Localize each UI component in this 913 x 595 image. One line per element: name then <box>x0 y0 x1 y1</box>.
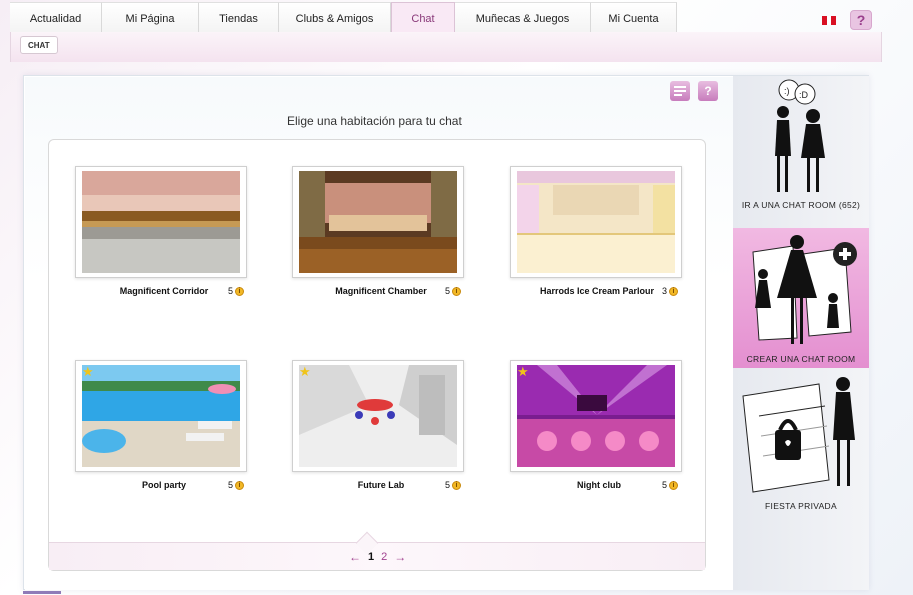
coin-icon: i <box>235 480 245 490</box>
tab-mi-pagina[interactable]: Mi Página <box>102 2 199 32</box>
create-room-icon <box>752 235 857 344</box>
room-card-pool-party[interactable]: ★ <box>75 360 247 472</box>
page-title: Elige una habitación para tu chat <box>287 114 462 128</box>
pagination-bar: ← 1 2 → <box>49 531 705 570</box>
room-thumbnail <box>517 171 675 273</box>
coin-icon: i <box>452 480 462 490</box>
nav-help-button[interactable]: ? <box>850 10 872 30</box>
room-cost: 5i <box>445 480 462 490</box>
tab-tiendas[interactable]: Tiendas <box>199 2 279 32</box>
favorite-star-icon: ★ <box>82 364 94 379</box>
room-cost: 5i <box>445 286 462 296</box>
chat-frame: ? Elige una habitación para tu chat Magn… <box>23 75 869 590</box>
help-icon[interactable]: ? <box>698 81 718 101</box>
room-name: Pool party <box>141 480 186 490</box>
private-party-calendar-icon <box>742 377 855 493</box>
sidebar-item-label: FIESTA PRIVADA <box>765 501 837 511</box>
coin-icon: i <box>669 286 679 296</box>
sidebar-item-label: CREAR UNA CHAT ROOM <box>746 354 856 364</box>
sidebar-item-go-to-chatroom[interactable]: :) :D IR A UNA CHAT ROOM (652) <box>733 76 869 226</box>
room-thumbnail <box>517 365 675 467</box>
room-cost: 5i <box>228 480 245 490</box>
pagination: ← 1 2 → <box>349 550 406 564</box>
sidebar-item-create-chatroom[interactable]: CREAR UNA CHAT ROOM <box>733 228 869 368</box>
room-card-harrods-ice-cream-parlour[interactable] <box>510 166 682 278</box>
room-card-magnificent-corridor[interactable] <box>75 166 247 278</box>
chatroom-girls-icon: :) :D <box>775 79 825 192</box>
sub-nav: CHAT <box>10 32 882 62</box>
coin-icon: i <box>235 286 245 296</box>
main-nav: Actualidad Mi Página Tiendas Clubs & Ami… <box>10 2 882 32</box>
room-card-magnificent-chamber[interactable] <box>292 166 464 278</box>
coin-icon: i <box>669 480 679 490</box>
room-name: Future Lab <box>357 480 405 490</box>
room-name: Magnificent Corridor <box>119 286 209 296</box>
footer-accent <box>23 591 61 594</box>
room-card-night-club[interactable]: ★ <box>510 360 682 472</box>
room-cost: 3i <box>662 286 679 296</box>
sidebar-item-private-party[interactable]: FIESTA PRIVADA <box>733 370 869 520</box>
room-name: Harrods Ice Cream Parlour <box>539 286 655 296</box>
chat-sidebar: :) :D IR A UNA CHAT ROOM (652) CREAR UNA… <box>733 76 869 590</box>
current-page: 1 <box>368 551 375 563</box>
favorite-star-icon: ★ <box>299 364 311 379</box>
page-2-link[interactable]: 2 <box>381 551 387 563</box>
rooms-panel: Magnificent Corridor 5i Magnificent Cham… <box>48 139 706 571</box>
tab-mi-cuenta[interactable]: Mi Cuenta <box>591 2 677 32</box>
tab-munecas-juegos[interactable]: Muñecas & Juegos <box>455 2 591 32</box>
tab-chat[interactable]: Chat <box>391 2 455 32</box>
coin-icon: i <box>452 286 462 296</box>
peru-flag-icon[interactable] <box>822 15 837 25</box>
content-tools: ? <box>670 81 718 101</box>
tab-actualidad[interactable]: Actualidad <box>10 2 102 32</box>
svg-text::D: :D <box>799 90 809 100</box>
room-thumbnail <box>82 365 240 467</box>
nav-tools: ? <box>822 10 872 30</box>
favorite-star-icon: ★ <box>517 364 529 379</box>
subnav-chat-chip[interactable]: CHAT <box>20 36 58 54</box>
list-icon[interactable] <box>670 81 690 101</box>
room-thumbnail <box>82 171 240 273</box>
room-chooser: ? Elige una habitación para tu chat Magn… <box>25 77 733 590</box>
room-name: Night club <box>577 480 621 490</box>
prev-page-button[interactable]: ← <box>349 550 361 564</box>
tab-clubs-amigos[interactable]: Clubs & Amigos <box>279 2 391 32</box>
room-thumbnail <box>299 171 457 273</box>
room-thumbnail <box>299 365 457 467</box>
svg-text::): :) <box>784 86 790 96</box>
next-page-button[interactable]: → <box>394 550 406 564</box>
room-cost: 5i <box>228 286 245 296</box>
room-name: Magnificent Chamber <box>335 286 427 296</box>
sidebar-item-label: IR A UNA CHAT ROOM (652) <box>741 200 861 210</box>
room-card-future-lab[interactable]: ★ <box>292 360 464 472</box>
room-cost: 5i <box>662 480 679 490</box>
